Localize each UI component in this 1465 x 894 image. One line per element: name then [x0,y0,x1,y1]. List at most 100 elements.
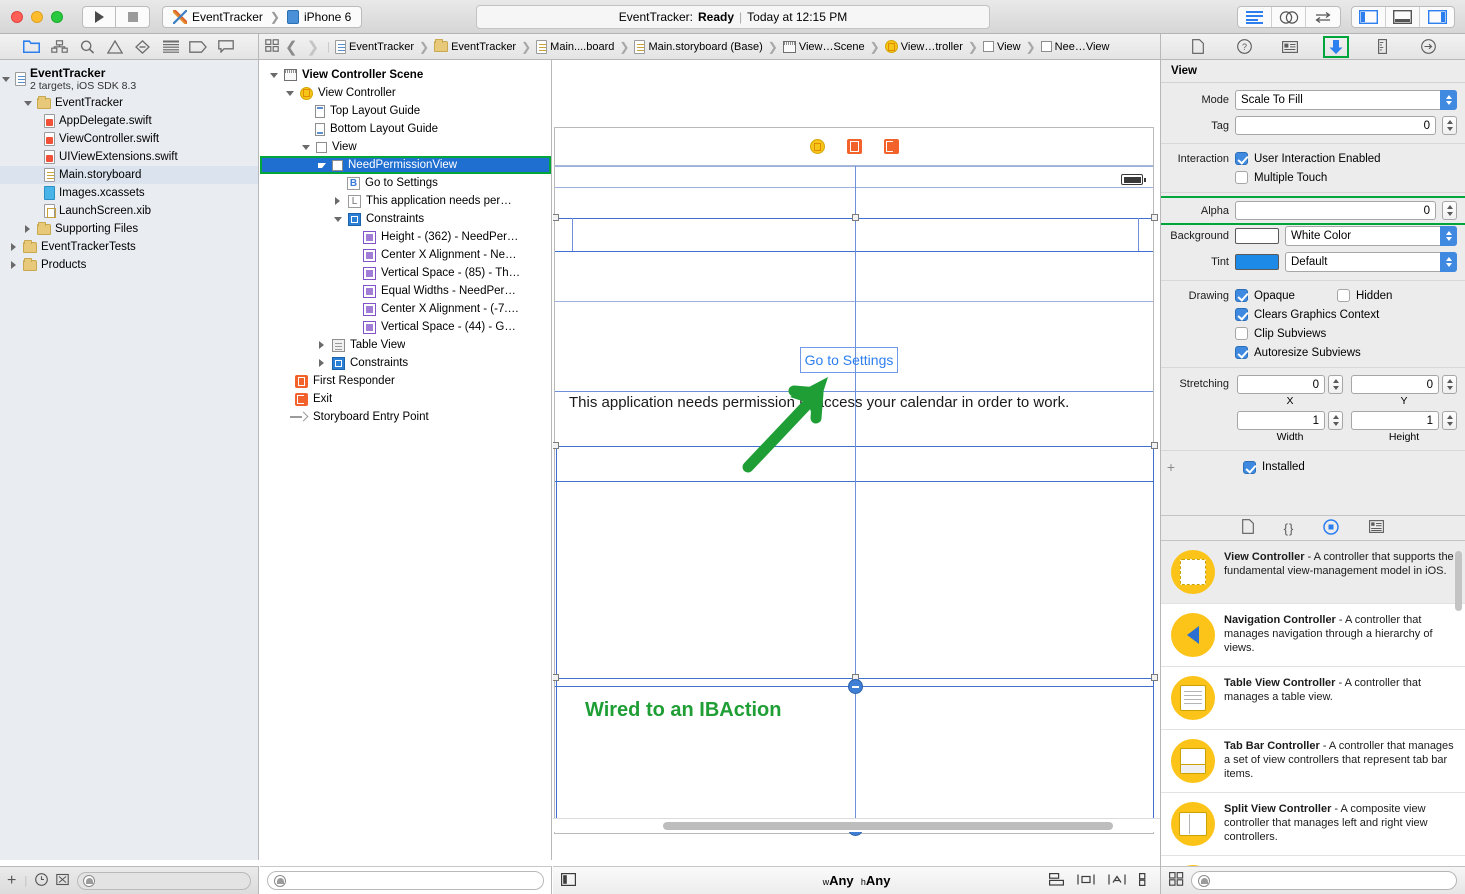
clock-icon[interactable] [35,872,49,889]
add-variation-button[interactable]: + [1161,459,1181,475]
sidebar-item-eventtrackertests[interactable]: EventTrackerTests [0,238,258,256]
outline-item-constraint-equal-widths[interactable]: Equal Widths - NeedPer… [260,282,551,300]
disclosure-triangle[interactable] [332,192,343,210]
resize-handle[interactable] [553,214,559,221]
toggle-debug-area-button[interactable] [1386,7,1420,27]
device-screen[interactable]: This application needs permission to acc… [553,166,1158,836]
background-color-swatch[interactable] [1235,228,1279,244]
outline-item-constraints-inner[interactable]: Constraints [260,210,551,228]
breadcrumb-item-3[interactable]: Main.storyboard (Base) [634,39,763,54]
outline-filter-input[interactable] [267,871,544,890]
breadcrumb-item-1[interactable]: EventTracker [434,39,516,53]
pin-icon[interactable] [1077,873,1095,889]
tag-stepper[interactable] [1442,116,1457,135]
outline-item-constraint-vspace-85[interactable]: Vertical Space - (85) - Th… [260,264,551,282]
list-item[interactable]: View Controller - A controller that supp… [1161,541,1465,604]
breadcrumb-item-5[interactable]: View…troller [884,40,963,53]
tag-input[interactable]: 0 [1235,116,1436,135]
multiple-touch-checkbox[interactable] [1235,171,1248,184]
resolve-issues-icon[interactable] [1108,873,1126,889]
sidebar-item-images-xcassets[interactable]: Images.xcassets [0,184,258,202]
outline-item-view[interactable]: View [260,138,551,156]
document-outline[interactable]: View Controller Scene View Controller To… [260,60,552,860]
file-inspector-icon[interactable] [1187,38,1209,56]
autoresize-subviews-checkbox[interactable] [1235,346,1248,359]
outline-item-view-controller[interactable]: View Controller [260,84,551,102]
forward-chevron-icon[interactable]: ❯ [304,38,323,56]
hidden-checkbox[interactable] [1336,289,1350,302]
outline-item-top-layout-guide[interactable]: Top Layout Guide [260,102,551,120]
opaque-checkbox[interactable] [1235,289,1248,302]
disclosure-triangle[interactable] [332,210,343,228]
disclosure-triangle[interactable] [8,256,19,274]
project-root-row[interactable]: EventTracker 2 targets, iOS SDK 8.3 [0,64,258,94]
disclosure-triangle[interactable] [316,354,327,372]
storyboard-canvas[interactable]: This application needs permission to acc… [553,60,1160,860]
plus-icon[interactable]: + [7,872,16,890]
sidebar-item-launchscreen-xib[interactable]: LaunchScreen.xib [0,202,258,220]
disclosure-triangle[interactable] [316,336,327,354]
breadcrumb-item-2[interactable]: Main....board [536,39,614,54]
resize-handle[interactable] [553,442,559,449]
outline-item-permission-label[interactable]: L This application needs per… [260,192,551,210]
outline-item-needpermissionview[interactable]: NeedPermissionView [260,156,551,174]
sidebar-item-appdelegate[interactable]: AppDelegate.swift [0,112,258,130]
tint-color-swatch[interactable] [1235,254,1279,270]
first-responder-icon[interactable] [846,139,862,154]
quick-help-icon[interactable]: ? [1233,38,1255,56]
background-popup-button[interactable]: White Color [1285,226,1457,246]
close-window-button[interactable] [11,10,23,23]
breadcrumb-item-0[interactable]: EventTracker [335,39,414,54]
breadcrumb-item-7[interactable]: Nee…View [1040,41,1110,53]
outline-item-go-to-settings[interactable]: B Go to Settings [260,174,551,192]
outline-item-first-responder[interactable]: First Responder [260,372,551,390]
sidebar-item-viewcontroller[interactable]: ViewController.swift [0,130,258,148]
disclosure-triangle[interactable] [0,70,11,88]
breadcrumb-item-6[interactable]: View [982,41,1021,53]
outline-item-constraints-outer[interactable]: Constraints [260,354,551,372]
list-item[interactable]: Navigation Controller - A controller tha… [1161,604,1465,667]
standard-editor-button[interactable] [1238,7,1272,27]
breadcrumb-item-4[interactable]: View…Scene [782,40,865,53]
sidebar-item-main-storyboard[interactable]: Main.storyboard [0,166,258,184]
issue-navigator-icon[interactable] [106,39,124,55]
back-chevron-icon[interactable]: ❮ [282,38,301,56]
zoom-window-button[interactable] [51,10,63,23]
stretching-y-input[interactable]: 0 [1351,375,1439,394]
navigator-filter-input[interactable] [77,871,251,890]
source-control-icon[interactable] [56,873,69,889]
stretching-width-stepper[interactable] [1328,411,1343,430]
library-search-input[interactable] [1191,871,1457,890]
disclosure-triangle[interactable] [268,66,279,84]
stop-button[interactable] [116,5,150,28]
outline-item-bottom-layout-guide[interactable]: Bottom Layout Guide [260,120,551,138]
project-navigator-icon[interactable] [23,39,41,55]
outline-item-exit[interactable]: Exit [260,390,551,408]
sidebar-item-products[interactable]: Products [0,256,258,274]
sidebar-item-uiviewextensions[interactable]: UIViewExtensions.swift [0,148,258,166]
exit-icon[interactable] [883,139,899,154]
size-inspector-icon[interactable] [1371,38,1393,56]
file-template-library-icon[interactable] [1241,519,1254,537]
list-item[interactable]: Table View Controller - A controller tha… [1161,667,1465,730]
utilities-inspector-panel[interactable]: View Mode Scale To Fill Tag 0 Interactio… [1160,60,1465,894]
outline-item-constraint-height[interactable]: Height - (362) - NeedPer… [260,228,551,246]
list-item[interactable]: Tab Bar Controller - A controller that m… [1161,730,1465,793]
assistant-editor-button[interactable] [1272,7,1306,27]
disclosure-triangle[interactable] [316,156,327,174]
disclosure-triangle[interactable] [22,220,33,238]
clip-subviews-checkbox[interactable] [1235,327,1248,340]
run-button[interactable] [82,5,116,28]
code-snippet-library-icon[interactable]: { } [1284,521,1294,536]
find-navigator-icon[interactable] [78,39,96,55]
align-icon[interactable] [1049,872,1065,889]
list-item[interactable]: Split View Controller - A composite view… [1161,793,1465,856]
connections-inspector-icon[interactable] [1417,38,1439,56]
stretching-height-input[interactable]: 1 [1351,411,1439,430]
stretching-x-input[interactable]: 0 [1237,375,1325,394]
canvas-horizontal-scrollbar[interactable] [553,818,1160,832]
list-item[interactable]: Page View Controller - Presents a [1161,856,1465,866]
project-navigator[interactable]: EventTracker 2 targets, iOS SDK 8.3 Even… [0,60,259,860]
grid-view-icon[interactable] [1169,872,1184,889]
resize-handle[interactable] [852,214,859,221]
